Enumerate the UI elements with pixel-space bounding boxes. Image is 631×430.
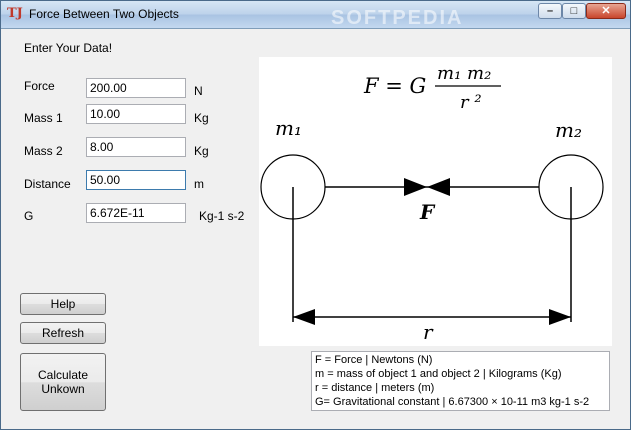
- title-bar[interactable]: TJ Force Between Two Objects SOFTPEDIA –…: [1, 1, 630, 29]
- maximize-button[interactable]: □: [562, 3, 586, 19]
- mass2-unit: Kg: [194, 144, 209, 158]
- app-window: TJ Force Between Two Objects SOFTPEDIA –…: [0, 0, 631, 430]
- force-arrow-right: [404, 178, 427, 196]
- legend-line: r = distance | meters (m): [315, 382, 435, 394]
- mass2-input[interactable]: [86, 137, 186, 157]
- distance-arrow-right: [549, 309, 571, 325]
- distance-input[interactable]: [86, 170, 186, 190]
- m1-label: m₁: [275, 116, 302, 140]
- refresh-button[interactable]: Refresh: [20, 322, 106, 344]
- diagram-svg: F = G m₁ m₂ r ² m₁ m₂ F r: [260, 63, 604, 344]
- force-label-diagram: F: [419, 200, 436, 224]
- app-icon: TJ: [7, 6, 23, 21]
- formula-diagram: F = G m₁ m₂ r ² m₁ m₂ F r: [259, 57, 612, 346]
- legend-line: G= Gravitational constant | 6.67300 × 10…: [315, 396, 590, 408]
- legend-line: F = Force | Newtons (N): [315, 354, 433, 366]
- calculate-label-line2: Unkown: [41, 382, 85, 396]
- calculate-label-line1: Calculate: [37, 368, 89, 382]
- mass1-label: Mass 1: [24, 111, 63, 125]
- calculate-unknown-button[interactable]: Calculate Unkown: [20, 353, 106, 411]
- force-unit: N: [194, 84, 203, 98]
- force-label: Force: [24, 79, 55, 93]
- mass1-unit: Kg: [194, 111, 209, 125]
- window-title: Force Between Two Objects: [29, 7, 179, 21]
- g-label: G: [24, 209, 34, 223]
- force-arrow-left: [427, 178, 450, 196]
- formula-numerator: m₁ m₂: [437, 63, 491, 84]
- mass2-label: Mass 2: [24, 144, 63, 158]
- close-button[interactable]: ✕: [586, 3, 626, 19]
- mass1-input[interactable]: [86, 104, 186, 124]
- help-button[interactable]: Help: [20, 293, 106, 315]
- maximize-icon: □: [570, 5, 578, 17]
- watermark: SOFTPEDIA: [331, 7, 464, 29]
- distance-label: Distance: [24, 177, 71, 191]
- minimize-button[interactable]: –: [538, 3, 562, 19]
- force-input[interactable]: [86, 78, 186, 98]
- distance-label-diagram: r: [423, 320, 434, 344]
- g-input[interactable]: [86, 203, 186, 223]
- legend-line: m = mass of object 1 and object 2 | Kilo…: [315, 368, 562, 380]
- distance-arrow-left: [293, 309, 315, 325]
- legend-box: F = Force | Newtons (N) m = mass of obje…: [311, 351, 610, 411]
- form-heading: Enter Your Data!: [24, 41, 113, 55]
- distance-unit: m: [194, 177, 204, 191]
- close-icon: ✕: [601, 5, 611, 17]
- m2-label: m₂: [555, 118, 582, 142]
- minimize-icon: –: [546, 5, 554, 17]
- g-unit: Kg-1 s-2: [199, 209, 245, 223]
- formula-denominator: r ²: [460, 92, 482, 113]
- formula-lhs: F = G: [363, 74, 426, 98]
